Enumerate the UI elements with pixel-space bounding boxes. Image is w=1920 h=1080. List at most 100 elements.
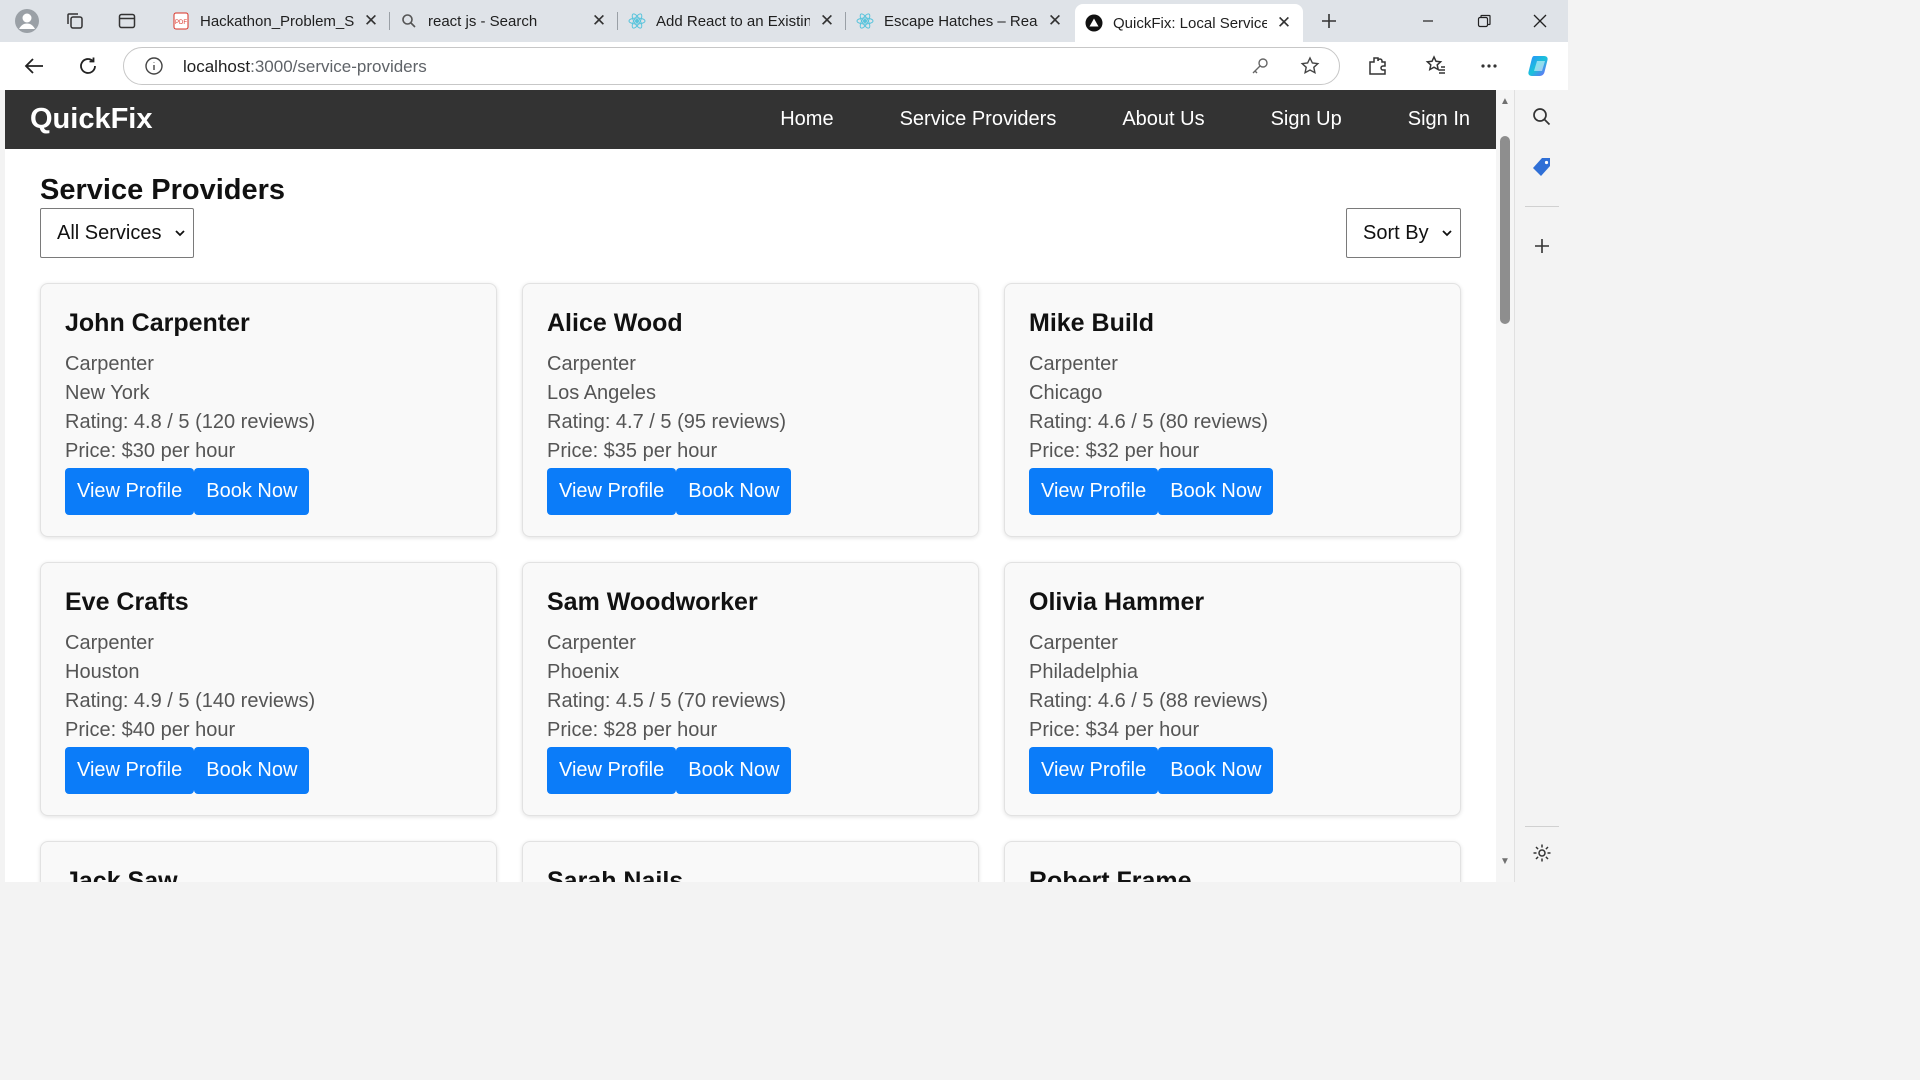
copilot-icon[interactable] [1525,51,1555,81]
restore-icon[interactable] [1456,0,1512,42]
site-navbar: QuickFix Home Service Providers About Us… [5,90,1496,149]
view-profile-button[interactable]: View Profile [547,468,677,515]
sidebar-divider [1525,826,1559,827]
view-profile-button[interactable]: View Profile [1029,468,1159,515]
provider-price: Price: $30 per hour [65,440,236,462]
provider-card: John Carpenter Carpenter New York Rating… [40,283,497,537]
view-profile-button[interactable]: View Profile [547,747,677,794]
chevron-down-icon [175,230,185,237]
provider-name: Mike Build [1029,309,1155,337]
tab-add-react[interactable]: Add React to an Existing ✕ [618,4,846,38]
provider-service: Carpenter [65,632,154,654]
url-text[interactable]: localhost:3000/service-providers [183,57,427,77]
new-tab-icon[interactable] [1314,6,1344,36]
provider-city: Philadelphia [1029,661,1138,683]
view-profile-button[interactable]: View Profile [1029,747,1159,794]
page-title: Service Providers [40,174,286,206]
provider-price: Price: $40 per hour [65,719,236,741]
extensions-icon[interactable] [1362,51,1392,81]
shopping-tag-icon[interactable] [1527,152,1557,182]
workspaces-icon[interactable] [60,6,90,36]
provider-card: Alice Wood Carpenter Los Angeles Rating:… [522,283,979,537]
provider-service: Carpenter [1029,632,1118,654]
more-menu-icon[interactable] [1474,51,1504,81]
book-now-button[interactable]: Book Now [194,468,310,515]
nav-link-service-providers[interactable]: Service Providers [900,108,1057,131]
favorites-icon[interactable] [1421,51,1451,81]
tab-escape-hatches[interactable]: Escape Hatches – React ✕ [846,4,1074,38]
settings-gear-icon[interactable] [1527,838,1557,868]
sort-value: Sort By [1363,221,1429,244]
scrollbar-thumb[interactable] [1500,136,1510,324]
nav-link-home[interactable]: Home [780,108,833,131]
profile-icon[interactable] [12,6,42,36]
provider-grid: John Carpenter Carpenter New York Rating… [40,283,1461,882]
book-now-button[interactable]: Book Now [1158,468,1274,515]
scroll-down-icon[interactable]: ▼ [1499,856,1511,868]
react-icon [628,12,646,30]
minimize-icon[interactable] [1400,0,1456,42]
address-bar[interactable]: localhost:3000/service-providers [123,47,1340,85]
page-viewport: QuickFix Home Service Providers About Us… [5,90,1496,882]
page-scrollbar[interactable]: ▲ ▼ [1496,90,1514,882]
svg-text:PDF: PDF [175,20,187,26]
tab-title: Add React to an Existing [656,12,810,30]
book-now-button[interactable]: Book Now [1158,747,1274,794]
url-host: localhost [183,57,251,76]
provider-card: Jack Saw [40,841,497,882]
url-path: :3000/service-providers [250,57,427,76]
provider-name: Robert Frame [1029,867,1192,882]
provider-city: Houston [65,661,140,683]
site-info-icon[interactable] [144,56,164,81]
provider-name: Eve Crafts [65,588,189,616]
provider-price: Price: $35 per hour [547,440,718,462]
app-icon [1085,14,1103,32]
service-filter-select[interactable]: All Services [40,208,194,258]
provider-service: Carpenter [65,353,154,375]
book-now-button[interactable]: Book Now [194,747,310,794]
tab-title: Hackathon_Problem_Sta [200,12,354,30]
browser-sidebar [1514,90,1568,882]
favorite-star-icon[interactable] [1300,56,1320,81]
provider-rating: Rating: 4.6 / 5 (88 reviews) [1029,690,1268,712]
book-now-button[interactable]: Book Now [676,468,792,515]
provider-card: Robert Frame [1004,841,1461,882]
provider-card: Sam Woodworker Carpenter Phoenix Rating:… [522,562,979,816]
brand-logo[interactable]: QuickFix [30,103,153,136]
provider-card: Sarah Nails [522,841,979,882]
nav-link-about-us[interactable]: About Us [1122,108,1204,131]
tab-quickfix[interactable]: QuickFix: Local Service F ✕ [1075,4,1303,42]
provider-price: Price: $32 per hour [1029,440,1200,462]
back-icon[interactable] [19,51,49,81]
provider-name: Alice Wood [547,309,683,337]
provider-rating: Rating: 4.9 / 5 (140 reviews) [65,690,316,712]
close-icon[interactable]: ✕ [1275,13,1293,32]
provider-service: Carpenter [547,353,636,375]
provider-rating: Rating: 4.6 / 5 (80 reviews) [1029,411,1268,433]
scroll-up-icon[interactable]: ▲ [1499,96,1511,108]
refresh-icon[interactable] [73,51,103,81]
chevron-down-icon [1442,230,1452,237]
nav-link-sign-up[interactable]: Sign Up [1271,108,1342,131]
tab-react-search[interactable]: react js - Search ✕ [390,4,618,38]
view-profile-button[interactable]: View Profile [65,468,195,515]
vertical-tabs-icon[interactable] [112,6,142,36]
view-profile-button[interactable]: View Profile [65,747,195,794]
browser-tab-strip: PDF Hackathon_Problem_Sta ✕ react js - S… [0,0,1568,42]
provider-rating: Rating: 4.5 / 5 (70 reviews) [547,690,786,712]
pdf-icon: PDF [172,12,190,30]
nav-link-sign-in[interactable]: Sign In [1408,108,1470,131]
add-icon[interactable] [1527,231,1557,261]
key-icon[interactable] [1250,56,1270,81]
close-icon[interactable]: ✕ [590,11,608,30]
book-now-button[interactable]: Book Now [676,747,792,794]
search-icon[interactable] [1527,102,1557,132]
close-window-icon[interactable] [1512,0,1568,42]
provider-city: New York [65,382,150,404]
close-icon[interactable]: ✕ [818,11,836,30]
tab-hackathon[interactable]: PDF Hackathon_Problem_Sta ✕ [162,4,390,38]
close-icon[interactable]: ✕ [1046,11,1064,30]
provider-service: Carpenter [547,632,636,654]
sort-select[interactable]: Sort By [1346,208,1461,258]
close-icon[interactable]: ✕ [362,11,380,30]
